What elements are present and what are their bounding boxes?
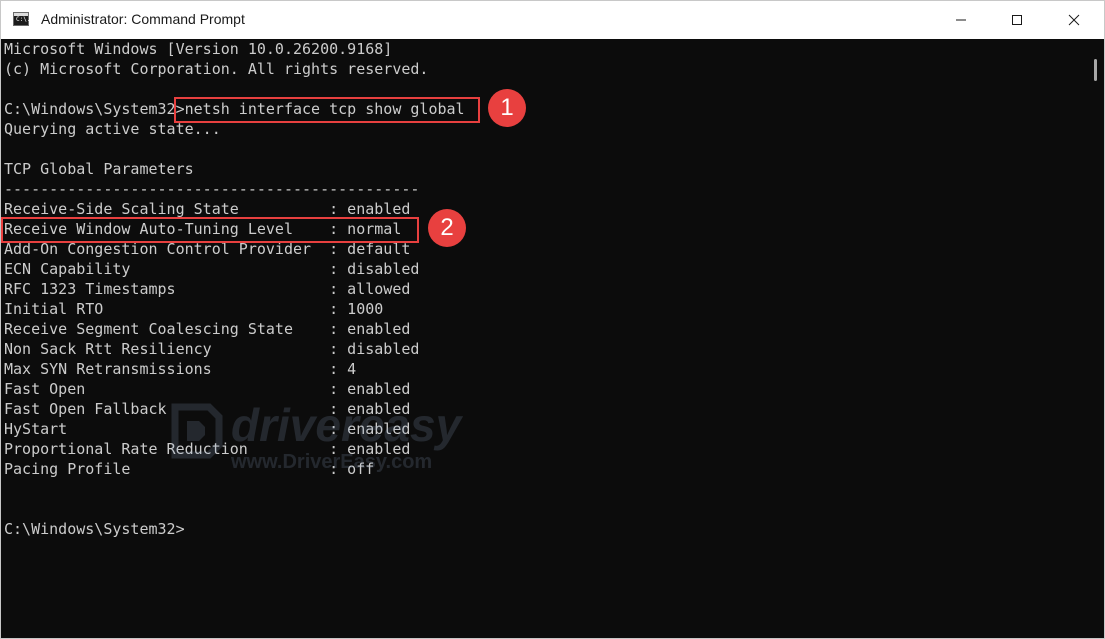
param-line: ECN Capability : disabled — [4, 260, 420, 278]
param-line: Receive-Side Scaling State : enabled — [4, 200, 411, 218]
console-line: Microsoft Windows [Version 10.0.26200.91… — [4, 40, 393, 58]
param-line: RFC 1323 Timestamps : allowed — [4, 280, 411, 298]
console-line: ----------------------------------------… — [4, 180, 420, 198]
step-badge-2: 2 — [428, 209, 466, 247]
vertical-scrollbar[interactable] — [1087, 39, 1104, 638]
minimize-button[interactable] — [933, 1, 989, 39]
console-line: (c) Microsoft Corporation. All rights re… — [4, 60, 429, 78]
minimize-icon — [956, 19, 966, 21]
param-line: HyStart : enabled — [4, 420, 411, 438]
title-bar[interactable]: C:\. Administrator: Command Prompt — [1, 1, 1104, 39]
cmd-icon-text: C:\. — [16, 16, 31, 23]
console-output[interactable]: Microsoft Windows [Version 10.0.26200.91… — [1, 39, 1087, 638]
param-line: Initial RTO : 1000 — [4, 300, 384, 318]
param-line: Fast Open : enabled — [4, 380, 411, 398]
param-line: Non Sack Rtt Resiliency : disabled — [4, 340, 420, 358]
close-icon — [1068, 14, 1080, 26]
cmd-app-icon: C:\. — [13, 12, 31, 26]
close-button[interactable] — [1046, 1, 1102, 39]
prompt-line: C:\Windows\System32> — [4, 520, 185, 538]
param-line: Proportional Rate Reduction : enabled — [4, 440, 411, 458]
step-badge-1: 1 — [488, 89, 526, 127]
param-line: Max SYN Retransmissions : 4 — [4, 360, 357, 378]
param-line: Pacing Profile : off — [4, 460, 375, 478]
param-line: Receive Segment Coalescing State : enabl… — [4, 320, 411, 338]
maximize-button[interactable] — [989, 1, 1045, 39]
window-title: Administrator: Command Prompt — [41, 11, 245, 27]
maximize-icon — [1012, 15, 1022, 25]
console-line: TCP Global Parameters — [4, 160, 194, 178]
scrollbar-thumb[interactable] — [1094, 59, 1097, 81]
param-line: Fast Open Fallback : enabled — [4, 400, 411, 418]
highlight-box-command — [174, 97, 480, 123]
command-prompt-window: C:\. Administrator: Command Prompt Micro… — [0, 0, 1105, 639]
highlight-box-autotuning — [1, 217, 419, 243]
